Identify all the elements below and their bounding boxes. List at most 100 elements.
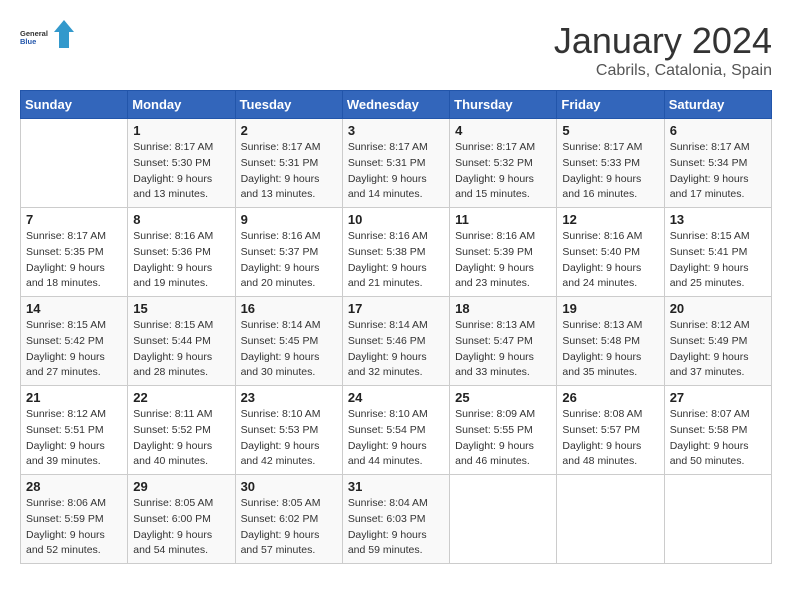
calendar-cell-w3-d5: 18 Sunrise: 8:13 AMSunset: 5:47 PMDaylig… [450, 297, 557, 386]
day-detail: Sunrise: 8:17 AMSunset: 5:35 PMDaylight:… [26, 229, 122, 292]
calendar-cell-w1-d6: 5 Sunrise: 8:17 AMSunset: 5:33 PMDayligh… [557, 119, 664, 208]
logo-triangle-icon [54, 20, 74, 56]
calendar-cell-w4-d1: 21 Sunrise: 8:12 AMSunset: 5:51 PMDaylig… [21, 386, 128, 475]
day-number: 3 [348, 123, 444, 138]
calendar-cell-w3-d1: 14 Sunrise: 8:15 AMSunset: 5:42 PMDaylig… [21, 297, 128, 386]
day-number: 17 [348, 301, 444, 316]
calendar-cell-w5-d1: 28 Sunrise: 8:06 AMSunset: 5:59 PMDaylig… [21, 475, 128, 564]
week-row-3: 14 Sunrise: 8:15 AMSunset: 5:42 PMDaylig… [21, 297, 772, 386]
day-number: 30 [241, 479, 337, 494]
day-number: 7 [26, 212, 122, 227]
day-number: 10 [348, 212, 444, 227]
day-detail: Sunrise: 8:12 AMSunset: 5:51 PMDaylight:… [26, 407, 122, 470]
day-detail: Sunrise: 8:14 AMSunset: 5:46 PMDaylight:… [348, 318, 444, 381]
day-detail: Sunrise: 8:16 AMSunset: 5:38 PMDaylight:… [348, 229, 444, 292]
day-number: 16 [241, 301, 337, 316]
day-number: 5 [562, 123, 658, 138]
calendar-cell-w1-d5: 4 Sunrise: 8:17 AMSunset: 5:32 PMDayligh… [450, 119, 557, 208]
day-number: 23 [241, 390, 337, 405]
day-number: 8 [133, 212, 229, 227]
week-row-2: 7 Sunrise: 8:17 AMSunset: 5:35 PMDayligh… [21, 208, 772, 297]
day-number: 15 [133, 301, 229, 316]
day-number: 12 [562, 212, 658, 227]
week-row-5: 28 Sunrise: 8:06 AMSunset: 5:59 PMDaylig… [21, 475, 772, 564]
day-number: 21 [26, 390, 122, 405]
svg-text:Blue: Blue [20, 37, 36, 46]
day-detail: Sunrise: 8:16 AMSunset: 5:40 PMDaylight:… [562, 229, 658, 292]
day-detail: Sunrise: 8:10 AMSunset: 5:53 PMDaylight:… [241, 407, 337, 470]
day-detail: Sunrise: 8:16 AMSunset: 5:39 PMDaylight:… [455, 229, 551, 292]
day-number: 22 [133, 390, 229, 405]
week-row-4: 21 Sunrise: 8:12 AMSunset: 5:51 PMDaylig… [21, 386, 772, 475]
day-detail: Sunrise: 8:04 AMSunset: 6:03 PMDaylight:… [348, 496, 444, 559]
day-number: 2 [241, 123, 337, 138]
day-number: 26 [562, 390, 658, 405]
calendar-cell-w1-d7: 6 Sunrise: 8:17 AMSunset: 5:34 PMDayligh… [664, 119, 771, 208]
day-detail: Sunrise: 8:17 AMSunset: 5:33 PMDaylight:… [562, 140, 658, 203]
calendar-cell-w1-d1 [21, 119, 128, 208]
day-number: 24 [348, 390, 444, 405]
weekday-header-row: SundayMondayTuesdayWednesdayThursdayFrid… [21, 91, 772, 119]
calendar-cell-w1-d2: 1 Sunrise: 8:17 AMSunset: 5:30 PMDayligh… [128, 119, 235, 208]
calendar-cell-w2-d2: 8 Sunrise: 8:16 AMSunset: 5:36 PMDayligh… [128, 208, 235, 297]
weekday-header-friday: Friday [557, 91, 664, 119]
calendar-cell-w2-d3: 9 Sunrise: 8:16 AMSunset: 5:37 PMDayligh… [235, 208, 342, 297]
calendar-cell-w3-d4: 17 Sunrise: 8:14 AMSunset: 5:46 PMDaylig… [342, 297, 449, 386]
day-detail: Sunrise: 8:16 AMSunset: 5:36 PMDaylight:… [133, 229, 229, 292]
day-detail: Sunrise: 8:16 AMSunset: 5:37 PMDaylight:… [241, 229, 337, 292]
day-detail: Sunrise: 8:06 AMSunset: 5:59 PMDaylight:… [26, 496, 122, 559]
weekday-header-sunday: Sunday [21, 91, 128, 119]
day-number: 11 [455, 212, 551, 227]
weekday-header-wednesday: Wednesday [342, 91, 449, 119]
day-number: 20 [670, 301, 766, 316]
day-number: 31 [348, 479, 444, 494]
location-title: Cabrils, Catalonia, Spain [554, 62, 772, 80]
calendar-cell-w5-d2: 29 Sunrise: 8:05 AMSunset: 6:00 PMDaylig… [128, 475, 235, 564]
day-number: 4 [455, 123, 551, 138]
day-detail: Sunrise: 8:07 AMSunset: 5:58 PMDaylight:… [670, 407, 766, 470]
day-detail: Sunrise: 8:10 AMSunset: 5:54 PMDaylight:… [348, 407, 444, 470]
day-number: 1 [133, 123, 229, 138]
logo-svg: General Blue [20, 20, 50, 56]
month-title: January 2024 [554, 20, 772, 62]
day-number: 29 [133, 479, 229, 494]
day-detail: Sunrise: 8:17 AMSunset: 5:31 PMDaylight:… [241, 140, 337, 203]
day-detail: Sunrise: 8:13 AMSunset: 5:47 PMDaylight:… [455, 318, 551, 381]
calendar-cell-w3-d2: 15 Sunrise: 8:15 AMSunset: 5:44 PMDaylig… [128, 297, 235, 386]
day-number: 14 [26, 301, 122, 316]
day-detail: Sunrise: 8:17 AMSunset: 5:31 PMDaylight:… [348, 140, 444, 203]
day-detail: Sunrise: 8:13 AMSunset: 5:48 PMDaylight:… [562, 318, 658, 381]
calendar-cell-w2-d6: 12 Sunrise: 8:16 AMSunset: 5:40 PMDaylig… [557, 208, 664, 297]
day-detail: Sunrise: 8:12 AMSunset: 5:49 PMDaylight:… [670, 318, 766, 381]
weekday-header-thursday: Thursday [450, 91, 557, 119]
calendar-cell-w2-d1: 7 Sunrise: 8:17 AMSunset: 5:35 PMDayligh… [21, 208, 128, 297]
day-number: 18 [455, 301, 551, 316]
day-number: 6 [670, 123, 766, 138]
day-number: 27 [670, 390, 766, 405]
day-detail: Sunrise: 8:11 AMSunset: 5:52 PMDaylight:… [133, 407, 229, 470]
calendar-cell-w3-d3: 16 Sunrise: 8:14 AMSunset: 5:45 PMDaylig… [235, 297, 342, 386]
calendar-cell-w1-d4: 3 Sunrise: 8:17 AMSunset: 5:31 PMDayligh… [342, 119, 449, 208]
day-detail: Sunrise: 8:17 AMSunset: 5:30 PMDaylight:… [133, 140, 229, 203]
day-number: 25 [455, 390, 551, 405]
day-detail: Sunrise: 8:15 AMSunset: 5:44 PMDaylight:… [133, 318, 229, 381]
day-detail: Sunrise: 8:14 AMSunset: 5:45 PMDaylight:… [241, 318, 337, 381]
calendar-cell-w3-d7: 20 Sunrise: 8:12 AMSunset: 5:49 PMDaylig… [664, 297, 771, 386]
day-detail: Sunrise: 8:15 AMSunset: 5:42 PMDaylight:… [26, 318, 122, 381]
day-detail: Sunrise: 8:17 AMSunset: 5:34 PMDaylight:… [670, 140, 766, 203]
calendar-cell-w5-d6 [557, 475, 664, 564]
calendar-cell-w4-d3: 23 Sunrise: 8:10 AMSunset: 5:53 PMDaylig… [235, 386, 342, 475]
page-header: General Blue January 2024 Cabrils, Catal… [20, 20, 772, 80]
calendar-cell-w2-d7: 13 Sunrise: 8:15 AMSunset: 5:41 PMDaylig… [664, 208, 771, 297]
title-area: January 2024 Cabrils, Catalonia, Spain [554, 20, 772, 80]
calendar-cell-w5-d4: 31 Sunrise: 8:04 AMSunset: 6:03 PMDaylig… [342, 475, 449, 564]
calendar-cell-w5-d7 [664, 475, 771, 564]
calendar-cell-w3-d6: 19 Sunrise: 8:13 AMSunset: 5:48 PMDaylig… [557, 297, 664, 386]
day-number: 13 [670, 212, 766, 227]
calendar-cell-w5-d3: 30 Sunrise: 8:05 AMSunset: 6:02 PMDaylig… [235, 475, 342, 564]
day-detail: Sunrise: 8:08 AMSunset: 5:57 PMDaylight:… [562, 407, 658, 470]
calendar-table: SundayMondayTuesdayWednesdayThursdayFrid… [20, 90, 772, 564]
calendar-cell-w2-d5: 11 Sunrise: 8:16 AMSunset: 5:39 PMDaylig… [450, 208, 557, 297]
day-detail: Sunrise: 8:15 AMSunset: 5:41 PMDaylight:… [670, 229, 766, 292]
calendar-cell-w4-d4: 24 Sunrise: 8:10 AMSunset: 5:54 PMDaylig… [342, 386, 449, 475]
